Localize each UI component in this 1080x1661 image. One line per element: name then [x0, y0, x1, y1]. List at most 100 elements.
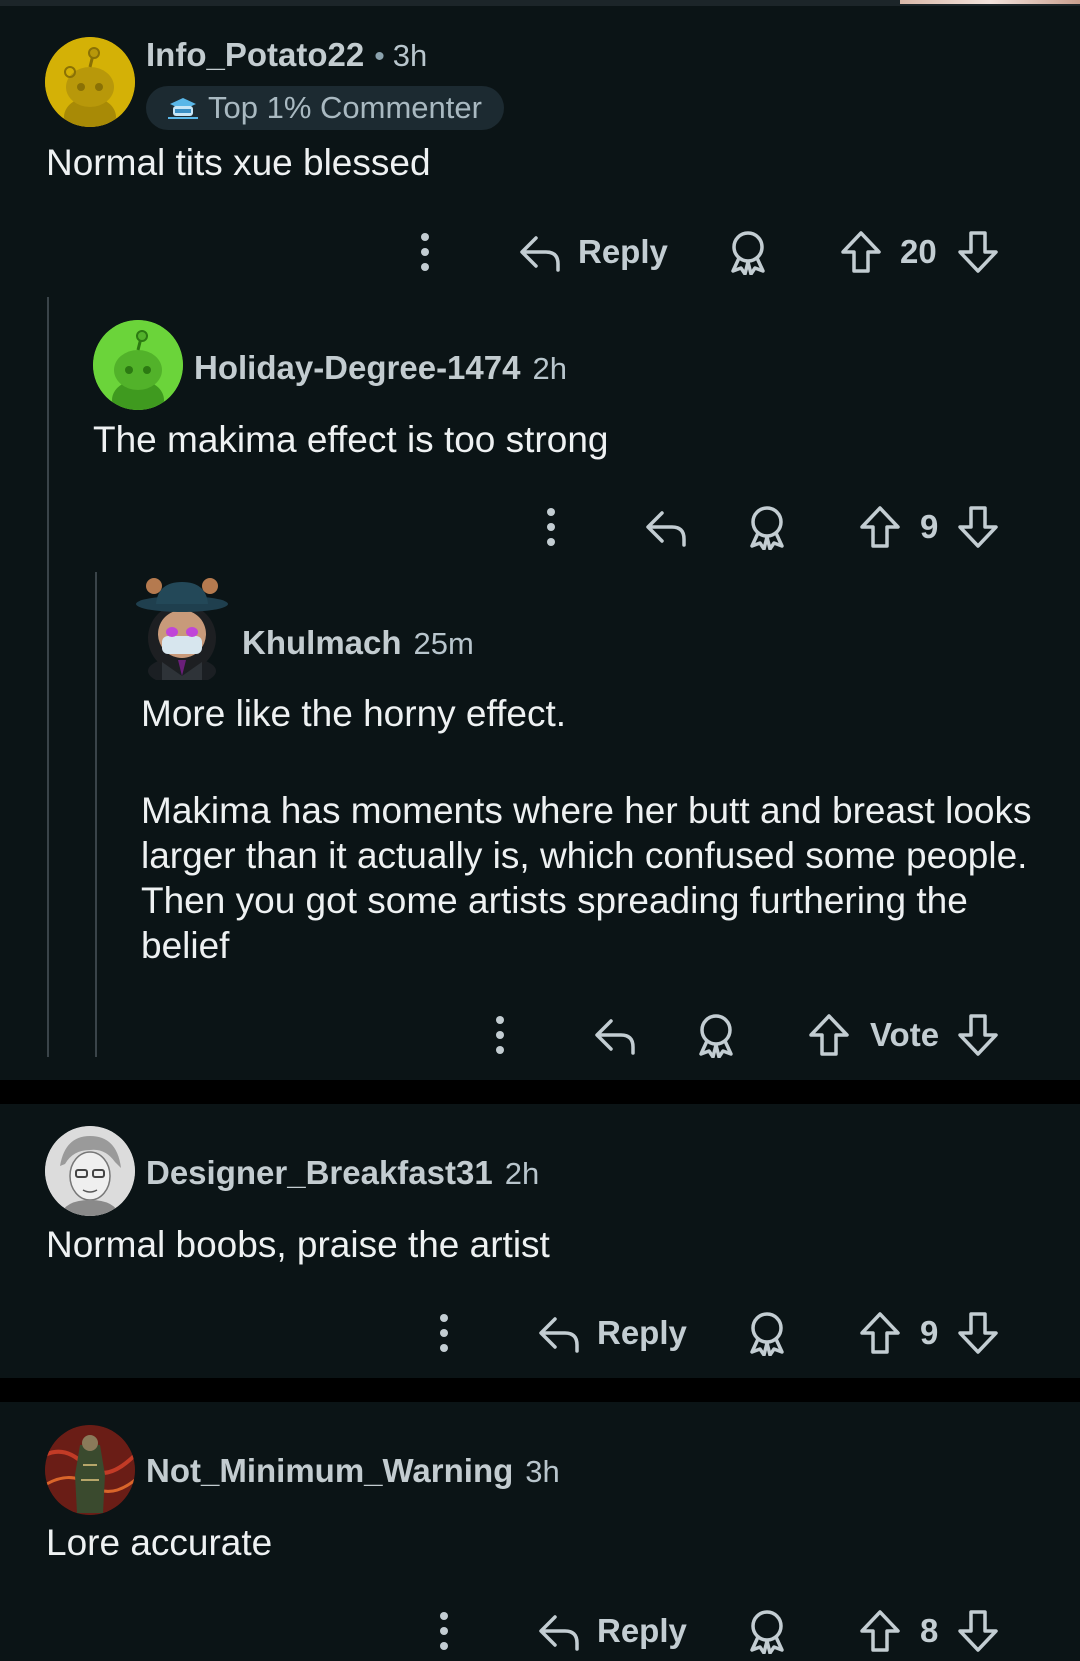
avatar[interactable] [45, 1425, 135, 1515]
avatar[interactable] [134, 576, 230, 685]
reply-arrow-icon [539, 1317, 579, 1353]
comment-actions: Reply 8 [0, 1601, 1080, 1661]
reply-label: Reply [597, 1612, 687, 1649]
avatar-character-icon [136, 578, 228, 685]
comment-body: Normal tits xue blessed [46, 140, 1026, 185]
username[interactable]: Holiday-Degree-1474 [194, 349, 520, 387]
more-vertical-icon [440, 1314, 448, 1352]
username[interactable]: Designer_Breakfast31 [146, 1154, 493, 1192]
comment-time: 3h [392, 38, 428, 73]
comment-body: More like the horny effect. Makima has m… [141, 691, 1041, 968]
upvote-arrow-icon [860, 1610, 900, 1652]
sketch-portrait-avatar-icon [45, 1126, 135, 1216]
reply-button[interactable]: Reply [518, 222, 668, 282]
more-options-button[interactable] [487, 1005, 513, 1065]
reply-label: Reply [597, 1314, 687, 1351]
reply-label: Reply [578, 233, 668, 270]
more-vertical-icon [547, 508, 555, 546]
downvote-arrow-icon [958, 1312, 998, 1354]
comment-text: The makima effect is too strong [93, 419, 609, 460]
award-button[interactable] [695, 1005, 737, 1065]
comment-time: 2h [532, 351, 567, 386]
award-button[interactable] [727, 222, 769, 282]
character-art-avatar-icon [45, 1425, 135, 1515]
post-image-edge [900, 0, 1080, 4]
comment-actions: 9 [0, 497, 1080, 557]
avatar[interactable] [45, 37, 135, 127]
comment-meta: Khulmach 25m [242, 624, 474, 662]
downvote-button[interactable] [957, 1005, 999, 1065]
downvote-button[interactable] [957, 497, 999, 557]
comment-body: Lore accurate [46, 1520, 1026, 1565]
downvote-button[interactable] [957, 1303, 999, 1363]
comment-text: More like the horny effect. [141, 693, 567, 734]
comment-text: Makima has moments where her butt and br… [141, 790, 1032, 966]
downvote-button[interactable] [957, 1601, 999, 1661]
reply-button[interactable] [644, 497, 704, 557]
vote-count-value: 9 [920, 508, 939, 545]
upvote-button[interactable] [859, 1601, 901, 1661]
more-options-button[interactable] [538, 497, 564, 557]
thread-line[interactable] [47, 297, 49, 1057]
comment-separator [0, 1080, 1080, 1104]
upvote-arrow-icon [809, 1014, 849, 1056]
comment-actions: Reply 20 [0, 222, 1080, 282]
thread-line[interactable] [95, 572, 97, 1057]
vote-count-value: 20 [900, 233, 937, 270]
downvote-arrow-icon [958, 1610, 998, 1652]
award-icon [750, 1312, 784, 1356]
comment-actions: Vote [0, 1005, 1080, 1065]
upvote-arrow-icon [860, 506, 900, 548]
comment-body: The makima effect is too strong [93, 417, 1023, 462]
username[interactable]: Khulmach [242, 624, 402, 662]
snoo-avatar-icon [93, 320, 183, 410]
comment-time: 2h [504, 1156, 540, 1191]
more-options-button[interactable] [412, 222, 438, 282]
reply-button[interactable] [593, 1005, 653, 1065]
meta-separator: • [374, 40, 385, 73]
avatar[interactable] [93, 320, 183, 410]
username[interactable]: Not_Minimum_Warning [146, 1452, 513, 1490]
vote-label: Vote [870, 1016, 940, 1053]
vote-count: 9 [920, 1303, 938, 1363]
upvote-button[interactable] [859, 497, 901, 557]
reply-button[interactable]: Reply [537, 1601, 687, 1661]
badge-label: Top 1% Commenter [208, 90, 482, 125]
upvote-arrow-icon [841, 231, 881, 273]
comment-body: Normal boobs, praise the artist [46, 1222, 1026, 1267]
more-options-button[interactable] [431, 1303, 457, 1363]
more-vertical-icon [421, 233, 429, 271]
more-options-button[interactable] [431, 1601, 457, 1661]
comment-meta: Holiday-Degree-1474 2h [194, 349, 567, 387]
comment-text: Lore accurate [46, 1522, 273, 1563]
avatar[interactable] [45, 1126, 135, 1216]
reply-arrow-icon [520, 236, 560, 272]
reply-button[interactable]: Reply [537, 1303, 687, 1363]
comment-time: 25m [413, 626, 474, 661]
commenter-badge[interactable]: Top 1% Commenter [146, 86, 504, 130]
reply-arrow-icon [539, 1615, 579, 1651]
comment-actions: Reply 9 [0, 1303, 1080, 1363]
username[interactable]: Info_Potato22 [146, 36, 364, 74]
comment-meta: Not_Minimum_Warning 3h [146, 1452, 560, 1490]
more-vertical-icon [440, 1612, 448, 1650]
award-icon [750, 506, 784, 550]
comment-text: Normal boobs, praise the artist [46, 1224, 550, 1265]
vote-count: Vote [870, 1005, 939, 1065]
award-icon [750, 1610, 784, 1654]
award-button[interactable] [746, 1303, 788, 1363]
comments-page: Info_Potato22 • 3h Top 1% Commenter Norm… [0, 0, 1080, 1654]
vote-count-value: 8 [920, 1612, 939, 1649]
upvote-button[interactable] [859, 1303, 901, 1363]
downvote-button[interactable] [957, 222, 999, 282]
award-icon [699, 1014, 733, 1058]
upvote-button[interactable] [808, 1005, 850, 1065]
award-button[interactable] [746, 1601, 788, 1661]
vote-count: 20 [900, 222, 937, 282]
award-button[interactable] [746, 497, 788, 557]
downvote-arrow-icon [958, 231, 998, 273]
comment-time: 3h [525, 1454, 560, 1489]
upvote-button[interactable] [840, 222, 882, 282]
downvote-arrow-icon [958, 506, 998, 548]
reply-arrow-icon [646, 511, 686, 547]
